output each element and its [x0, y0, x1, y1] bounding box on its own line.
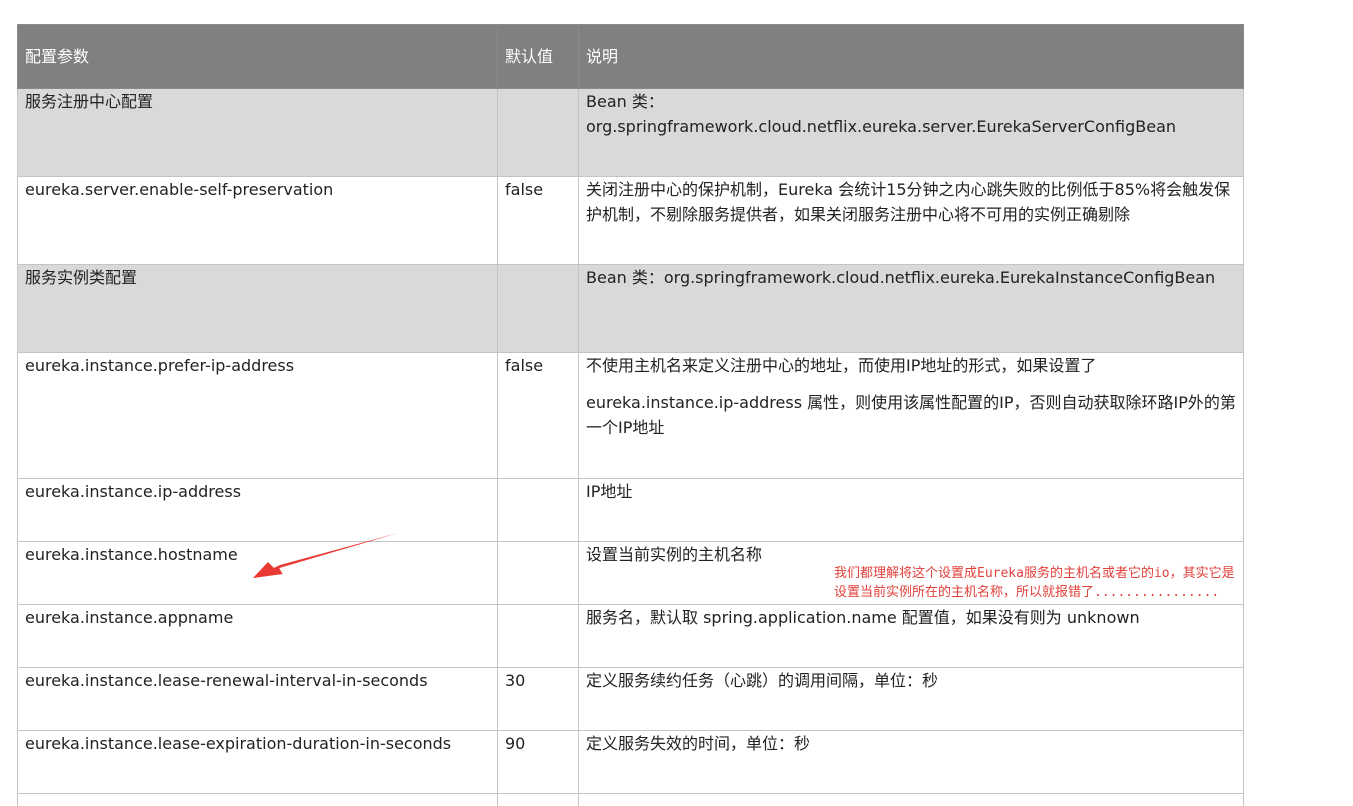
default-cell: 30	[497, 667, 579, 731]
description-text: Bean 类：org.springframework.cloud.netflix…	[586, 92, 1177, 136]
param-cell: eureka.instance.ip-address	[17, 478, 498, 542]
default-cell	[497, 264, 579, 353]
param-cell: eureka.instance.prefer-ip-address	[17, 352, 498, 479]
table-row: eureka.instance.lease-renewal-interval-i…	[17, 667, 1244, 731]
table-row: eureka.instance.prefer-ip-address false …	[17, 352, 1244, 479]
description-text: 服务名，默认取 spring.application.name 配置值，如果没有…	[586, 608, 1140, 627]
default-cell	[497, 793, 579, 806]
description-text: 定义服务续约任务（心跳）的调用间隔，单位：秒	[586, 671, 939, 690]
description-text: IP地址	[586, 482, 633, 501]
default-cell: false	[497, 176, 579, 265]
description-text: Bean 类：org.springframework.cloud.netflix…	[586, 268, 1216, 287]
header-default: 默认值	[497, 24, 579, 89]
description-cell: 不使用主机名来定义注册中心的地址，而使用IP地址的形式，如果设置了 eureka…	[578, 352, 1244, 479]
default-cell	[497, 88, 579, 177]
param-cell: 服务实例类配置	[17, 264, 498, 353]
description-cell: 定义服务续约任务（心跳）的调用间隔，单位：秒	[578, 667, 1244, 731]
description-cell: 定义服务失效的时间，单位：秒	[578, 730, 1244, 794]
description-cell	[578, 793, 1244, 806]
default-cell	[497, 604, 579, 668]
param-cell: eureka.instance.appname	[17, 604, 498, 668]
description-cell: IP地址	[578, 478, 1244, 542]
default-cell	[497, 541, 579, 605]
table-row-section-instance: 服务实例类配置 Bean 类：org.springframework.cloud…	[17, 264, 1244, 353]
table-row: eureka.instance.appname 服务名，默认取 spring.a…	[17, 604, 1244, 668]
param-cell: eureka.instance.hostname	[17, 541, 498, 605]
default-cell: 90	[497, 730, 579, 794]
table-row: eureka.server.enable-self-preservation f…	[17, 176, 1244, 265]
table-row-section-server: 服务注册中心配置 Bean 类：org.springframework.clou…	[17, 88, 1244, 177]
default-cell: false	[497, 352, 579, 479]
header-description: 说明	[578, 24, 1244, 89]
description-cell: 服务名，默认取 spring.application.name 配置值，如果没有…	[578, 604, 1244, 668]
param-cell	[17, 793, 498, 806]
description-cell: Bean 类：org.springframework.cloud.netflix…	[578, 264, 1244, 353]
header-param: 配置参数	[17, 24, 498, 89]
description-text: eureka.instance.ip-address 属性，则使用该属性配置的I…	[586, 393, 1236, 437]
table-header-row: 配置参数 默认值 说明	[17, 24, 1244, 89]
description-text: 不使用主机名来定义注册中心的地址，而使用IP地址的形式，如果设置了	[586, 356, 1097, 375]
config-table: 配置参数 默认值 说明 服务注册中心配置 Bean 类：org.springfr…	[17, 24, 1244, 806]
description-cell: Bean 类：org.springframework.cloud.netflix…	[578, 88, 1244, 177]
description-text: 关闭注册中心的保护机制，Eureka 会统计15分钟之内心跳失败的比例低于85%…	[586, 180, 1231, 224]
table-row	[17, 793, 1244, 806]
page: 配置参数 默认值 说明 服务注册中心配置 Bean 类：org.springfr…	[0, 0, 1353, 806]
table-row: eureka.instance.ip-address IP地址	[17, 478, 1244, 542]
description-text: 定义服务失效的时间，单位：秒	[586, 734, 811, 753]
param-cell: eureka.instance.lease-expiration-duratio…	[17, 730, 498, 794]
param-cell: eureka.server.enable-self-preservation	[17, 176, 498, 265]
table-row: eureka.instance.lease-expiration-duratio…	[17, 730, 1244, 794]
annotation-note: 我们都理解将这个设置成Eureka服务的主机名或者它的io，其实它是设置当前实例…	[834, 566, 1235, 600]
param-cell: eureka.instance.lease-renewal-interval-i…	[17, 667, 498, 731]
param-cell: 服务注册中心配置	[17, 88, 498, 177]
description-cell: 关闭注册中心的保护机制，Eureka 会统计15分钟之内心跳失败的比例低于85%…	[578, 176, 1244, 265]
default-cell	[497, 478, 579, 542]
